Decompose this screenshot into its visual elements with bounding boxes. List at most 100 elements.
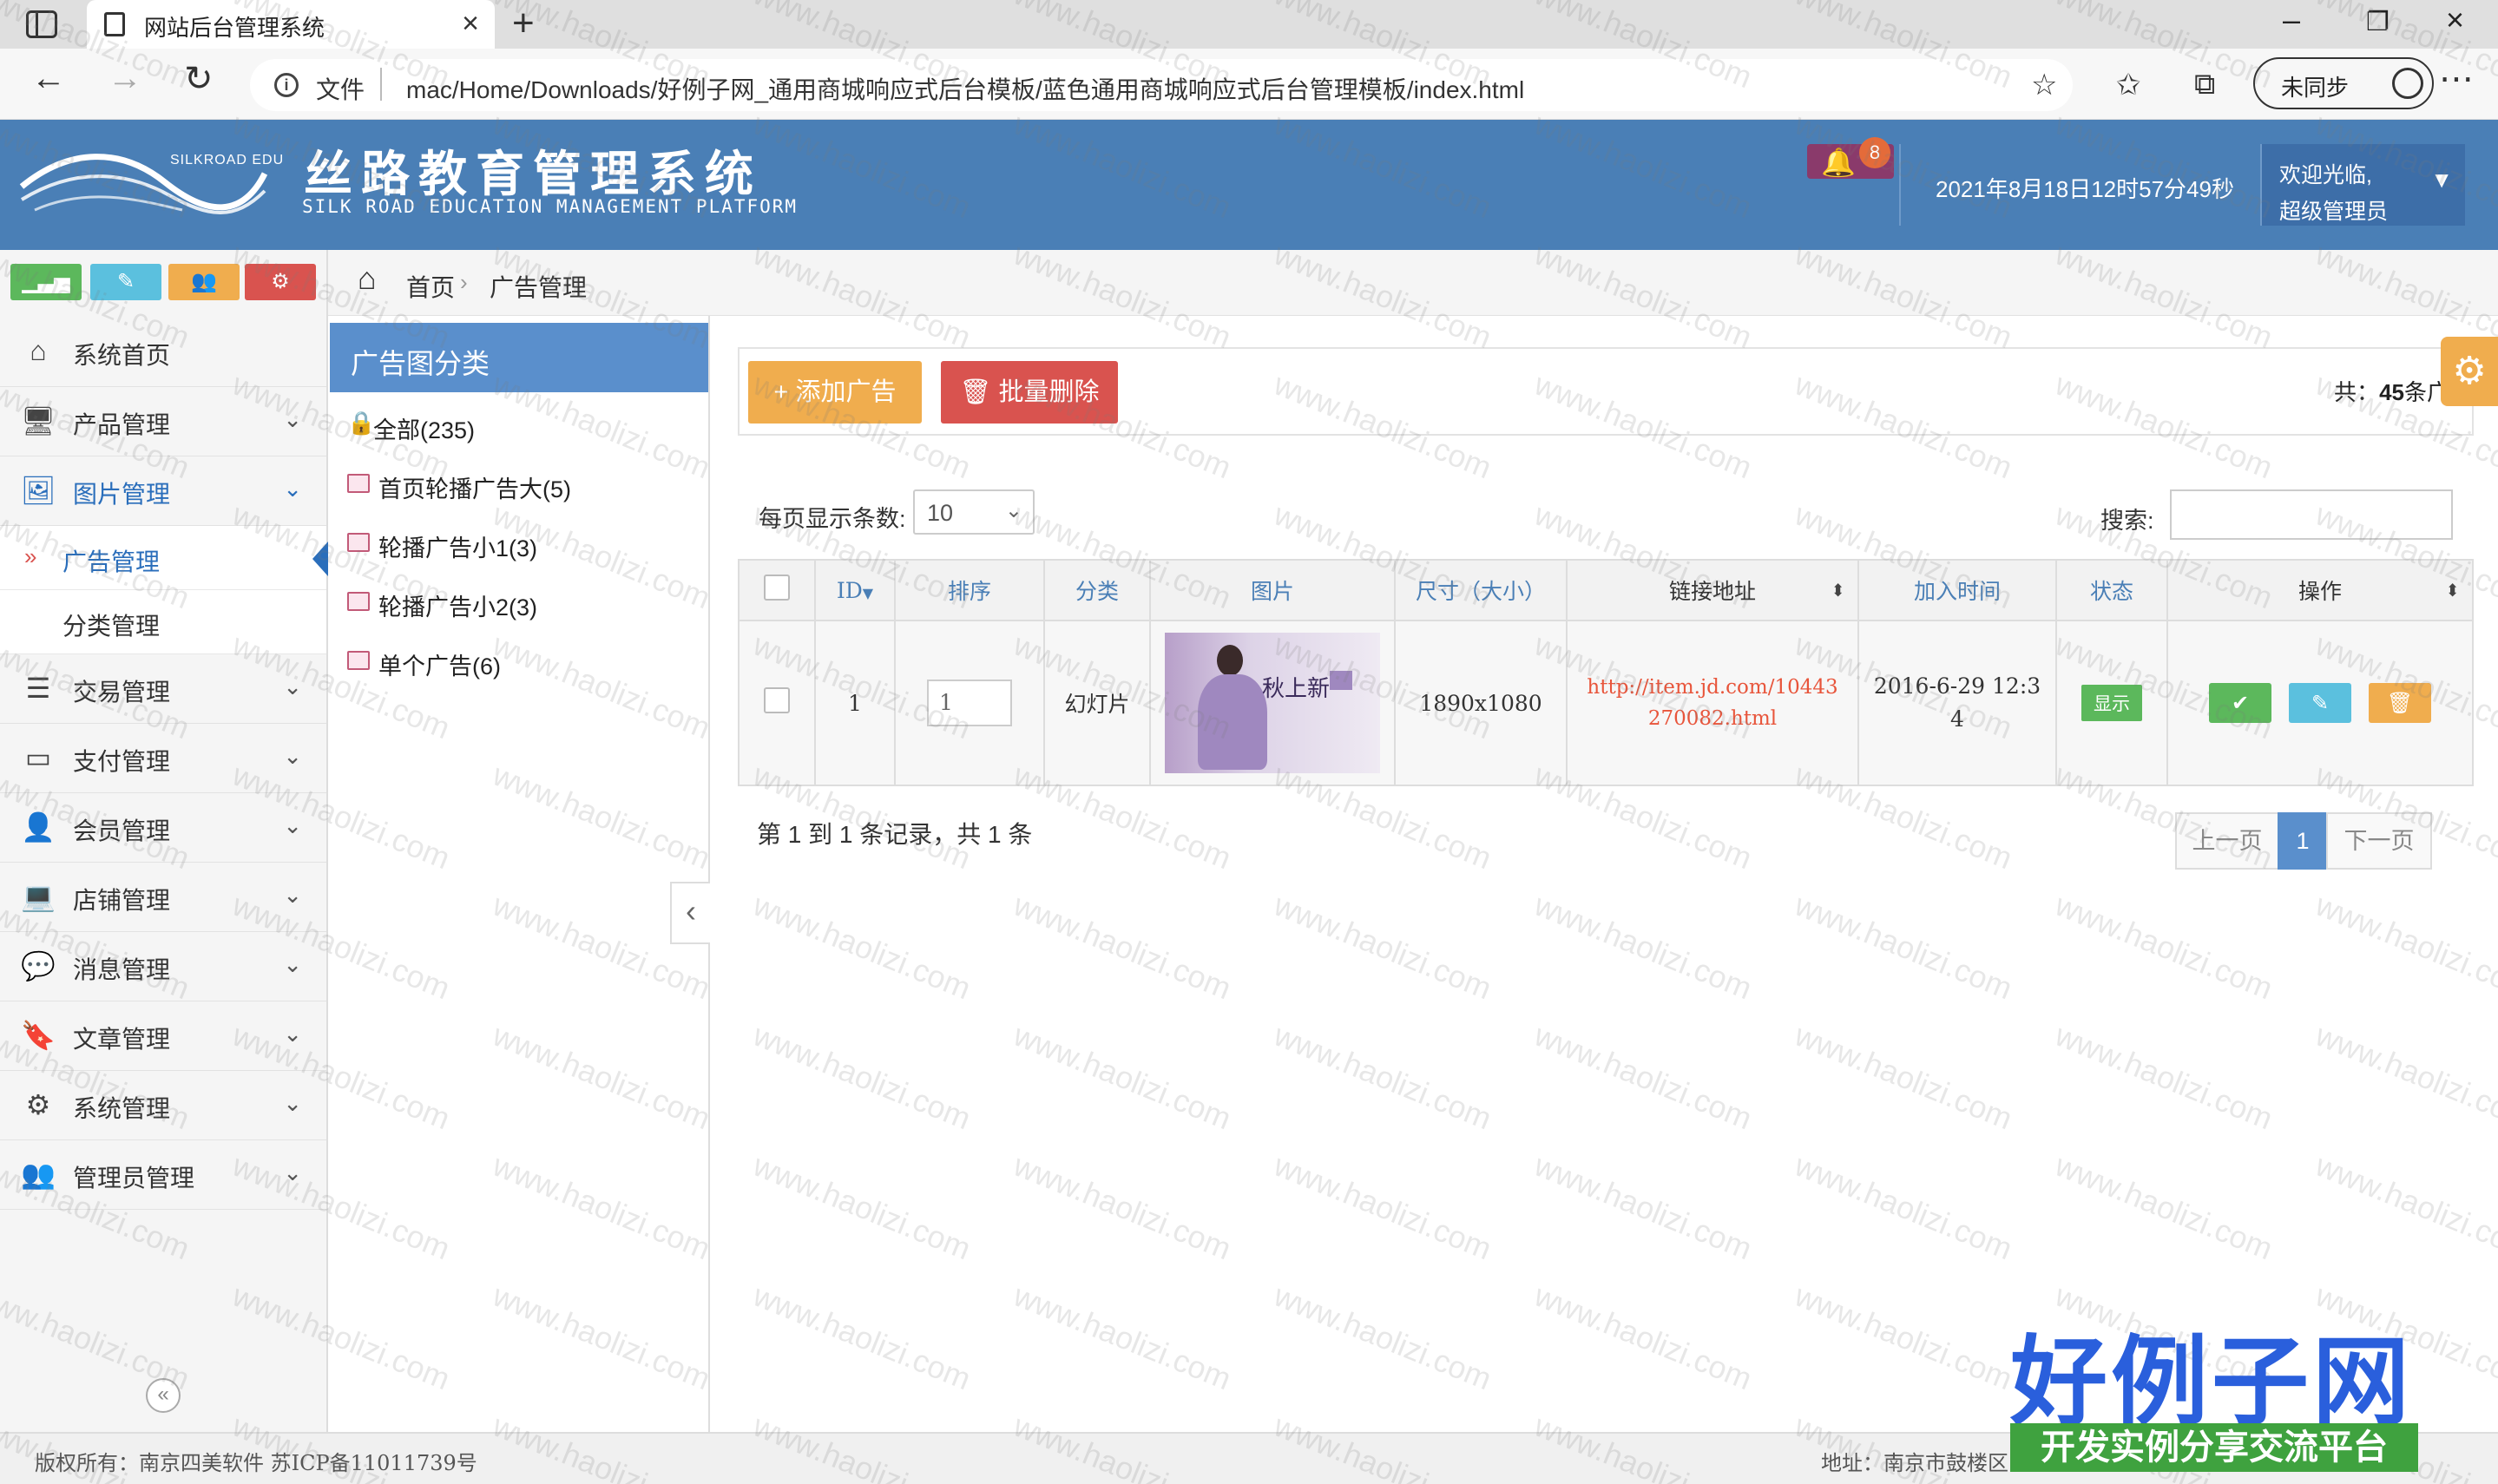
chevron-down-icon: ⌄ (283, 812, 302, 838)
shortcut-edit-button[interactable]: ✎ (90, 264, 161, 300)
tab-actions-icon[interactable] (26, 10, 57, 38)
column-header-size: 尺寸（大小） (1394, 559, 1568, 621)
more-menu-icon[interactable]: ⋯ (2439, 59, 2474, 99)
pagination: 上一页 1 下一页 (2175, 812, 2474, 870)
site-info-icon[interactable]: i (274, 73, 299, 97)
ad-link[interactable]: http://item.jd.com/10443270082.html (1587, 676, 1837, 730)
collections-icon[interactable]: ⧉ (2194, 68, 2215, 102)
shortcut-settings-button[interactable]: ⚙ (245, 264, 316, 300)
column-header-order: 排序 (894, 559, 1045, 621)
order-input[interactable]: 1 (927, 680, 1012, 726)
url-field[interactable]: i 文件 mac/Home/Downloads/好例子网_通用商城响应式后台模板… (250, 59, 2073, 111)
page-size-select[interactable]: 10 ⌄ (913, 489, 1035, 535)
ad-thumbnail[interactable]: 秋上新 (1165, 633, 1380, 773)
sidebar-item-products[interactable]: 🖥 产品管理 ⌄ (0, 387, 326, 456)
ad-thumbnail-tag (1330, 671, 1352, 690)
minimize-icon[interactable]: – (2283, 2, 2300, 38)
sidebar-item-label: 系统管理 (73, 1095, 171, 1122)
category-label: 轮播广告小1(3) (378, 535, 538, 561)
sidebar: ▁▃▅ ✎ 👥 ⚙ ⌂ 系统首页 🖥 产品管理 ⌄ 🖼 图片管理 ⌄ » 广告管… (0, 250, 328, 1432)
sidebar-item-trades[interactable]: ☰ 交易管理 ⌄ (0, 654, 326, 724)
page-size-label: 每页显示条数: (759, 506, 906, 532)
enable-button[interactable]: ✔ (2209, 683, 2271, 723)
shortcut-users-button[interactable]: 👥 (168, 264, 240, 300)
window-close-icon[interactable]: × (2446, 2, 2464, 38)
sidebar-item-articles[interactable]: 🔖 文章管理 ⌄ (0, 1001, 326, 1071)
breadcrumb-home[interactable]: 首页 (406, 269, 455, 304)
sync-button[interactable]: 未同步 (2253, 57, 2434, 109)
tab-close-icon[interactable]: × (462, 7, 479, 41)
category-panel-header: 广告图分类 (330, 323, 708, 392)
sync-label: 未同步 (2281, 75, 2350, 101)
select-all-checkbox[interactable] (764, 575, 790, 601)
model-figure (1191, 640, 1269, 770)
sidebar-subitem-label: 分类管理 (62, 613, 161, 640)
add-ad-button[interactable]: + 添加广告 (748, 361, 922, 424)
plus-icon: + (773, 378, 789, 406)
notification-button[interactable]: 🔔 8 (1807, 137, 1894, 179)
sidebar-item-system[interactable]: ⚙ 系统管理 ⌄ (0, 1071, 326, 1140)
page-button-current[interactable]: 1 (2278, 812, 2328, 870)
sidebar-item-admins[interactable]: 👥 管理员管理 ⌄ (0, 1140, 326, 1210)
column-header-link[interactable]: 链接地址 ⬍ (1566, 559, 1859, 621)
panel-collapse-button[interactable]: ‹ (670, 882, 710, 944)
sort-desc-icon: ▼ (862, 584, 874, 601)
back-icon[interactable]: ← (31, 59, 66, 98)
tab-title: 网站后台管理系统 (144, 15, 325, 41)
restore-icon[interactable]: ❐ (2366, 7, 2390, 37)
column-header-actions[interactable]: 操作 ⬍ (2166, 559, 2474, 621)
column-header-category: 分类 (1043, 559, 1151, 621)
size-cell: 1890x1080 (1394, 620, 1568, 786)
sidebar-item-members[interactable]: 👤 会员管理 ⌄ (0, 793, 326, 863)
bar-chart-icon: ▁▃▅ (22, 270, 70, 293)
delete-button[interactable]: 🗑 (2369, 683, 2431, 723)
sidebar-subitem-ads[interactable]: » 广告管理 (0, 526, 328, 590)
chevron-down-icon: ⌄ (283, 1090, 302, 1116)
search-input[interactable] (2170, 489, 2453, 540)
shortcut-stats-button[interactable]: ▁▃▅ (10, 264, 82, 300)
actions-cell: ✔ ✎ 🗑 (2166, 620, 2474, 786)
column-header-id[interactable]: ID▼ (814, 559, 896, 621)
sidebar-collapse-button[interactable]: « (146, 1378, 181, 1413)
list-icon: ☰ (25, 673, 51, 704)
order-cell: 1 (894, 620, 1045, 786)
sidebar-item-label: 系统首页 (73, 342, 171, 369)
sidebar-subitem-categories[interactable]: 分类管理 (0, 590, 326, 654)
browser-tab[interactable]: 网站后台管理系统 × (87, 0, 495, 49)
check-icon: ✔ (2231, 691, 2250, 715)
prev-page-button[interactable]: 上一页 (2175, 812, 2279, 870)
main-content: + 添加广告 🗑 批量删除 共：45条广告 每页显示条数: 10 ⌄ 搜索: I… (712, 316, 2498, 1432)
favorites-icon[interactable]: ✩ (2116, 68, 2141, 102)
table-row: 1 1 幻灯片 秋上新 1890x1080 http://item.jd.com… (738, 620, 2474, 786)
sidebar-item-shops[interactable]: 💻 店铺管理 ⌄ (0, 863, 326, 932)
row-checkbox[interactable] (764, 687, 790, 713)
column-label: 分类 (1075, 579, 1119, 604)
comments-icon: 💬 (21, 950, 56, 982)
welcome-text: 欢迎光临, (2279, 163, 2372, 187)
column-label: ID (836, 577, 863, 603)
footer-copyright: 版权所有：南京四美软件 苏ICP备11011739号 (35, 1451, 477, 1475)
url-text[interactable]: mac/Home/Downloads/好例子网_通用商城响应式后台模板/蓝色通用… (406, 71, 1524, 106)
sidebar-item-label: 会员管理 (73, 818, 171, 844)
user-menu[interactable]: 欢迎光临, 超级管理员 ▼ (2260, 144, 2465, 226)
total-number: 45 (2379, 379, 2404, 405)
forward-icon[interactable]: → (108, 59, 142, 98)
status-cell: 显示 (2055, 620, 2168, 786)
batch-delete-button[interactable]: 🗑 批量删除 (941, 361, 1118, 424)
home-icon: ⌂ (358, 260, 377, 296)
edit-icon: ✎ (2311, 691, 2330, 715)
double-chevron-left-icon: « (157, 1382, 169, 1406)
sidebar-item-payments[interactable]: ▭ 支付管理 ⌄ (0, 724, 326, 793)
sidebar-item-images[interactable]: 🖼 图片管理 ⌄ (0, 456, 326, 526)
settings-panel-toggle[interactable]: ⚙ (2441, 337, 2498, 406)
sidebar-item-label: 文章管理 (73, 1026, 171, 1053)
row-select-cell (738, 620, 816, 786)
new-tab-icon[interactable]: + (512, 2, 535, 45)
edit-button[interactable]: ✎ (2289, 683, 2351, 723)
trash-icon: 🗑 (959, 378, 992, 406)
sidebar-item-messages[interactable]: 💬 消息管理 ⌄ (0, 932, 326, 1001)
add-favorite-icon[interactable]: ☆ (2031, 68, 2057, 102)
next-page-button[interactable]: 下一页 (2326, 812, 2432, 870)
sidebar-item-home[interactable]: ⌂ 系统首页 (0, 318, 326, 387)
reload-icon[interactable]: ↻ (184, 59, 214, 99)
